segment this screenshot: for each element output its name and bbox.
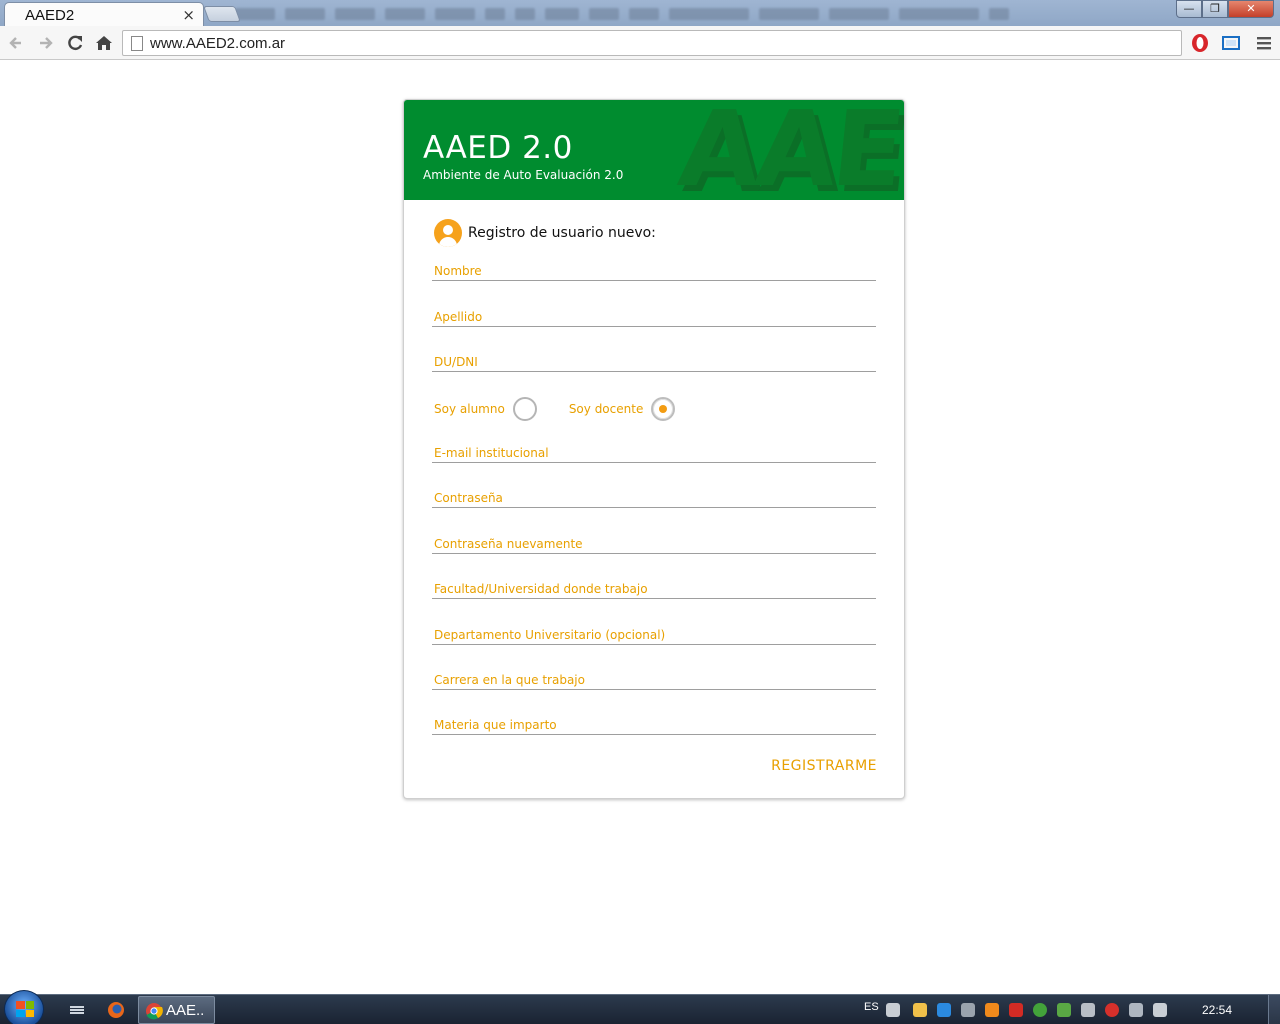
departamento-input[interactable]: [432, 625, 876, 644]
browser-tab-active[interactable]: AAED2 ×: [4, 2, 204, 27]
tab-close-icon[interactable]: ×: [182, 6, 195, 24]
nombre-input[interactable]: [432, 261, 876, 280]
password-repeat-input[interactable]: [432, 534, 876, 553]
pdf-reader-icon[interactable]: [1009, 1003, 1023, 1017]
background-window-menu: [235, 6, 1165, 22]
windows-taskbar: AAE.. ES 22:54: [0, 990, 1280, 1024]
password-field[interactable]: Contraseña: [432, 488, 876, 508]
register-button[interactable]: REGISTRARME: [771, 758, 877, 774]
app-subtitle: Ambiente de Auto Evaluación 2.0: [423, 168, 624, 182]
java-icon[interactable]: [985, 1003, 999, 1017]
nombre-field[interactable]: Nombre: [432, 261, 876, 281]
address-bar[interactable]: www.AAED2.com.ar: [122, 30, 1182, 56]
file-explorer-icon[interactable]: [67, 1000, 87, 1020]
materia-input[interactable]: [432, 715, 876, 734]
network-error-icon[interactable]: [1081, 1003, 1095, 1017]
dni-field[interactable]: DU/DNI: [432, 352, 876, 372]
departamento-field[interactable]: Departamento Universitario (opcional): [432, 625, 876, 645]
clock[interactable]: 22:54: [1202, 1003, 1232, 1017]
facultad-field[interactable]: Facultad/Universidad donde trabajo: [432, 579, 876, 599]
taskbar-window-label: AAE..: [166, 1002, 205, 1019]
registration-card: AAED AAED 2.0 Ambiente de Auto Evaluació…: [403, 99, 905, 799]
apellido-input[interactable]: [432, 307, 876, 326]
menu-icon[interactable]: [1254, 33, 1274, 53]
browser-toolbar: www.AAED2.com.ar: [0, 26, 1280, 60]
carrera-input[interactable]: [432, 670, 876, 689]
firefox-icon[interactable]: [106, 1000, 126, 1020]
window-controls: — ❐ ✕: [1176, 0, 1274, 18]
show-desktop-button[interactable]: [1268, 995, 1280, 1024]
new-tab-button[interactable]: [203, 6, 241, 22]
windows-logo-icon: [16, 1001, 34, 1017]
close-window-button[interactable]: ✕: [1228, 0, 1274, 18]
email-field[interactable]: E-mail institucional: [432, 443, 876, 463]
password-repeat-field[interactable]: Contraseña nuevamente: [432, 534, 876, 554]
window-titlebar: AAED2 × — ❐ ✕: [0, 0, 1280, 27]
form-title: Registro de usuario nuevo:: [468, 225, 656, 241]
network-icon[interactable]: [1129, 1003, 1143, 1017]
minimize-button[interactable]: —: [1176, 0, 1202, 18]
back-arrow-icon[interactable]: [6, 32, 28, 54]
chrome-icon: [146, 1003, 163, 1020]
teacher-radio[interactable]: [651, 397, 676, 421]
teacher-radio-label: Soy docente: [568, 402, 644, 416]
opera-icon[interactable]: [1190, 33, 1210, 53]
tray-app-icon[interactable]: [913, 1003, 927, 1017]
dni-input[interactable]: [432, 352, 876, 371]
reload-icon[interactable]: [64, 32, 86, 54]
facultad-input[interactable]: [432, 579, 876, 598]
password-input[interactable]: [432, 488, 876, 507]
url-text: www.AAED2.com.ar: [150, 35, 286, 52]
keyboard-icon[interactable]: [886, 1003, 900, 1017]
apellido-field[interactable]: Apellido: [432, 307, 876, 327]
page-icon: [131, 36, 143, 51]
tab-title: AAED2: [25, 7, 75, 24]
carrera-field[interactable]: Carrera en la que trabajo: [432, 670, 876, 690]
email-input[interactable]: [432, 443, 876, 462]
app-title: AAED 2.0: [423, 130, 573, 166]
header-watermark-logo: AAED: [673, 100, 904, 200]
forward-arrow-icon[interactable]: [34, 32, 56, 54]
antivirus-icon[interactable]: [1105, 1003, 1119, 1017]
start-button[interactable]: [4, 990, 44, 1024]
volume-icon[interactable]: [1153, 1003, 1167, 1017]
student-radio[interactable]: [512, 397, 537, 421]
language-indicator[interactable]: ES: [864, 1001, 879, 1013]
card-header: AAED AAED 2.0 Ambiente de Auto Evaluació…: [404, 100, 904, 200]
home-icon[interactable]: [93, 32, 115, 54]
taskbar-chrome-window[interactable]: AAE..: [138, 996, 215, 1024]
tray-shield-icon[interactable]: [1057, 1003, 1071, 1017]
form-heading: Registro de usuario nuevo:: [434, 219, 656, 247]
screenshot-icon[interactable]: [1221, 33, 1241, 53]
user-icon: [434, 219, 462, 247]
dropbox-icon[interactable]: [937, 1003, 951, 1017]
materia-field[interactable]: Materia que imparto: [432, 715, 876, 735]
role-selector: Soy alumno Soy docente: [434, 397, 676, 421]
utorrent-icon[interactable]: [1033, 1003, 1047, 1017]
student-radio-label: Soy alumno: [434, 402, 505, 416]
maximize-button[interactable]: ❐: [1202, 0, 1228, 18]
tray-tool-icon[interactable]: [961, 1003, 975, 1017]
